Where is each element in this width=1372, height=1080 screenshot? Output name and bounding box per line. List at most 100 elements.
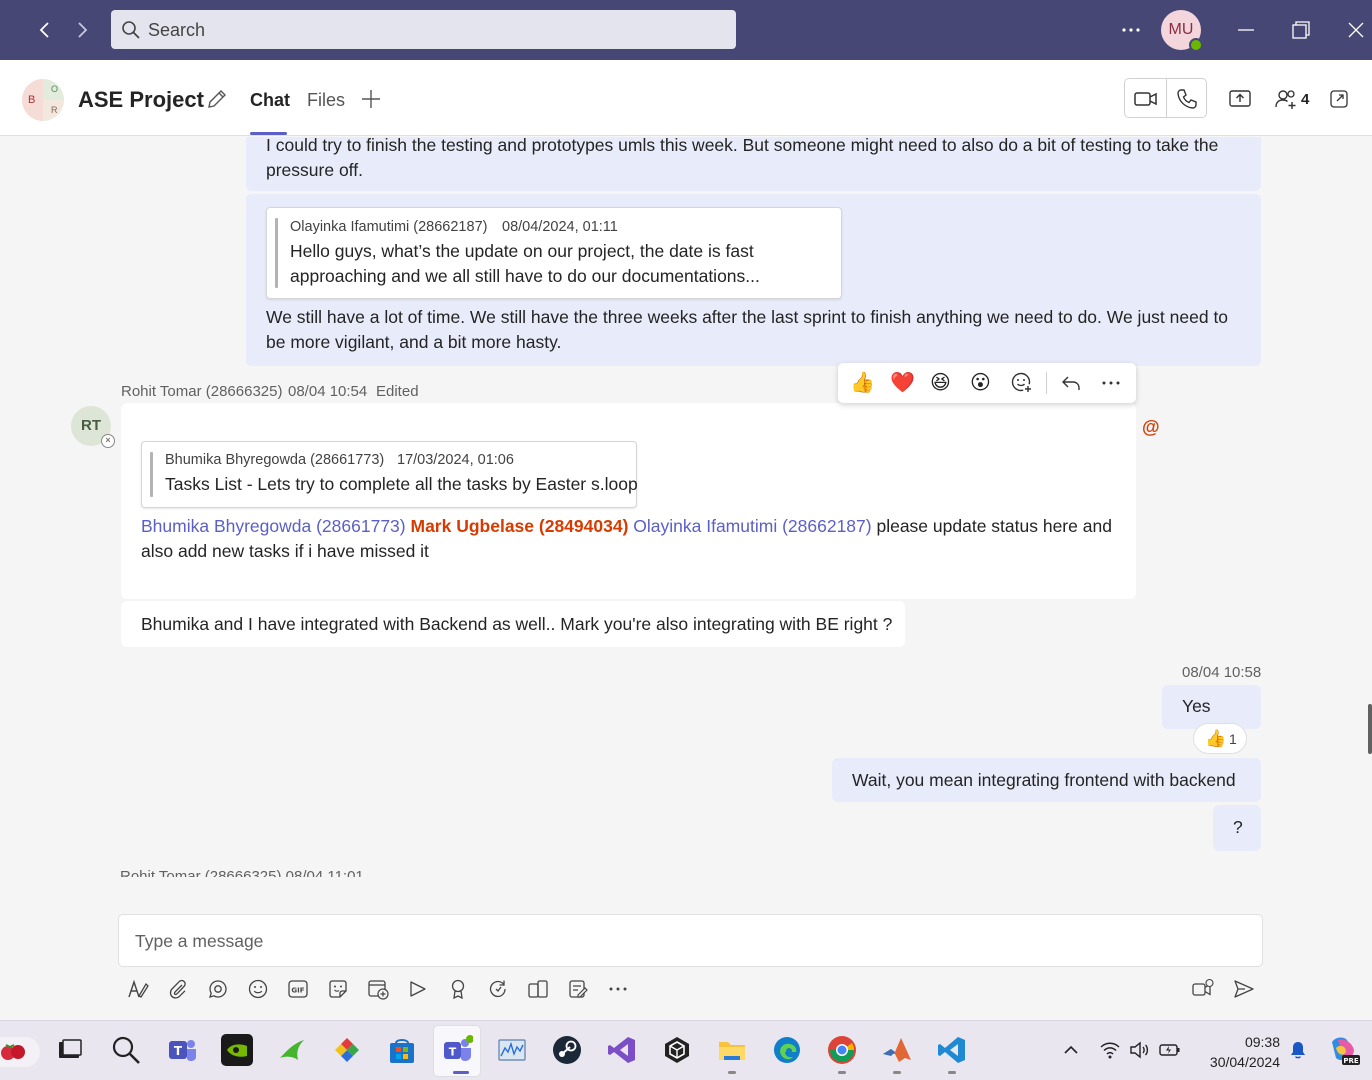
laugh-reaction-icon[interactable]: 😆 [930, 371, 951, 395]
quoted-message[interactable]: Bhumika Bhyregowda (28661773) 17/03/2024… [141, 441, 638, 508]
teams-icon[interactable]: T [441, 1034, 473, 1066]
heart-reaction-icon[interactable]: ❤️ [890, 371, 915, 395]
matlab-icon[interactable] [881, 1034, 913, 1066]
updates-icon[interactable] [487, 978, 509, 1000]
scrollbar[interactable] [1368, 704, 1372, 754]
share-screen-icon[interactable] [1228, 88, 1252, 110]
video-clip-icon[interactable] [1191, 978, 1215, 1000]
format-icon[interactable] [127, 978, 149, 1000]
reaction-chip[interactable]: 👍 1 [1193, 723, 1247, 754]
volume-icon[interactable] [1129, 1041, 1149, 1059]
audio-call-icon[interactable] [1175, 87, 1199, 111]
quote-author: Olayinka Ifamutimi (28662187) [290, 219, 488, 235]
gif-icon[interactable]: GIF [287, 978, 309, 1000]
mention-self[interactable]: Mark Ugbelase (28494034) [411, 516, 629, 536]
copilot-icon[interactable]: PRE [1326, 1034, 1360, 1066]
message-bubble[interactable]: Olayinka Ifamutimi (28662187) 08/04/2024… [246, 194, 1261, 366]
message-text-part: please update status here and [876, 516, 1112, 536]
message-bubble[interactable]: Bhumika Bhyregowda (28661773) 17/03/2024… [121, 403, 1136, 599]
emoji-icon[interactable] [247, 978, 269, 1000]
group-avatar[interactable]: B O R [22, 79, 64, 121]
tab-files[interactable]: Files [307, 90, 345, 111]
minimize-icon[interactable] [1234, 18, 1258, 42]
available-status-icon [1189, 38, 1203, 52]
message-list[interactable]: I could try to finish the testing and pr… [0, 137, 1372, 877]
back-arrow-icon[interactable] [33, 18, 57, 42]
message-text: also add new tasks if i have missed it [141, 541, 429, 561]
resource-monitor-icon[interactable] [496, 1034, 528, 1066]
attach-icon[interactable] [167, 978, 189, 1000]
user-initials: MU [1168, 21, 1194, 38]
message-bubble[interactable]: Wait, you mean integrating frontend with… [832, 758, 1261, 802]
avatar[interactable]: RT × [71, 406, 115, 448]
active-indicator [453, 1071, 469, 1074]
mention[interactable]: Bhumika Bhyregowda (28661773) [141, 516, 406, 536]
battery-icon[interactable] [1159, 1041, 1181, 1059]
tab-chat[interactable]: Chat [250, 90, 290, 111]
colorful-app-icon[interactable] [331, 1034, 363, 1066]
chat-header: B O R ASE Project Chat Files 4 [0, 60, 1372, 136]
video-call-icon[interactable] [1133, 87, 1159, 111]
pencil-icon[interactable] [206, 88, 228, 110]
file-explorer-icon[interactable] [716, 1034, 748, 1066]
surprised-reaction-icon[interactable]: 😮 [970, 371, 991, 395]
more-apps-icon[interactable] [607, 978, 629, 1000]
visual-studio-icon[interactable] [606, 1034, 638, 1066]
message-text: Bhumika and I have integrated with Backe… [141, 614, 893, 634]
teams-chat-icon[interactable]: T [166, 1034, 198, 1066]
weather-widget-icon[interactable] [0, 1037, 40, 1067]
search-input[interactable]: Search [111, 10, 736, 49]
approvals-icon[interactable] [567, 978, 589, 1000]
message-bubble[interactable]: ? [1213, 805, 1261, 851]
schedule-meeting-icon[interactable] [367, 978, 389, 1000]
quote-text: Tasks List - Lets try to complete all th… [165, 474, 638, 494]
more-actions-icon[interactable] [1099, 371, 1123, 395]
active-tab-indicator [250, 132, 287, 135]
message-text: ? [1233, 817, 1243, 837]
razer-icon[interactable] [276, 1034, 308, 1066]
search-icon[interactable] [110, 1034, 142, 1066]
restore-icon[interactable] [1289, 18, 1313, 42]
message-bubble[interactable]: Bhumika and I have integrated with Backe… [121, 601, 905, 647]
stream-icon[interactable] [407, 978, 429, 1000]
unity-icon[interactable] [661, 1034, 693, 1066]
reply-icon[interactable] [1059, 371, 1083, 395]
chevron-up-icon[interactable] [1062, 1041, 1080, 1059]
quote-text: Hello guys, what’s the update on our pro… [290, 241, 760, 286]
add-tab-icon[interactable] [360, 88, 382, 110]
wifi-icon[interactable] [1100, 1041, 1120, 1059]
user-avatar[interactable]: MU [1161, 10, 1203, 52]
close-icon[interactable] [1344, 18, 1368, 42]
forward-arrow-icon[interactable] [70, 18, 94, 42]
nvidia-icon[interactable] [221, 1034, 253, 1066]
praise-icon[interactable] [447, 978, 469, 1000]
message-bubble[interactable]: I could try to finish the testing and pr… [246, 137, 1261, 191]
add-reaction-icon[interactable] [1010, 371, 1034, 395]
edge-icon[interactable] [771, 1034, 803, 1066]
message-input-placeholder: Type a message [135, 931, 264, 951]
apps-icon[interactable] [527, 978, 549, 1000]
more-options-icon[interactable] [1118, 18, 1144, 42]
vscode-icon[interactable] [936, 1034, 968, 1066]
running-indicator [838, 1071, 846, 1074]
pop-out-icon[interactable] [1328, 88, 1350, 110]
task-view-icon[interactable] [54, 1034, 86, 1066]
message-text: Yes [1182, 696, 1211, 716]
message-input[interactable]: Type a message [118, 914, 1263, 967]
sticker-icon[interactable] [327, 978, 349, 1000]
steam-icon[interactable] [551, 1034, 583, 1066]
svg-text:T: T [449, 1046, 457, 1059]
clock[interactable]: 09:38 30/04/2024 [1196, 1032, 1280, 1072]
participants-button[interactable]: 4 [1274, 87, 1314, 113]
mention[interactable]: Olayinka Ifamutimi (28662187) [633, 516, 871, 536]
chrome-icon[interactable] [826, 1034, 858, 1066]
message-text: Bhumika Bhyregowda (28661773) Mark Ugbel… [141, 514, 1112, 539]
search-placeholder: Search [148, 20, 206, 40]
like-reaction-icon[interactable]: 👍 [850, 371, 875, 395]
send-icon[interactable] [1232, 978, 1256, 1000]
notification-bell-icon[interactable] [1289, 1040, 1307, 1060]
loop-component-icon[interactable] [207, 978, 229, 1000]
message-timestamp: 08/04 10:58 [1182, 664, 1262, 681]
store-icon[interactable] [386, 1034, 418, 1066]
quoted-message[interactable]: Olayinka Ifamutimi (28662187) 08/04/2024… [266, 207, 842, 299]
